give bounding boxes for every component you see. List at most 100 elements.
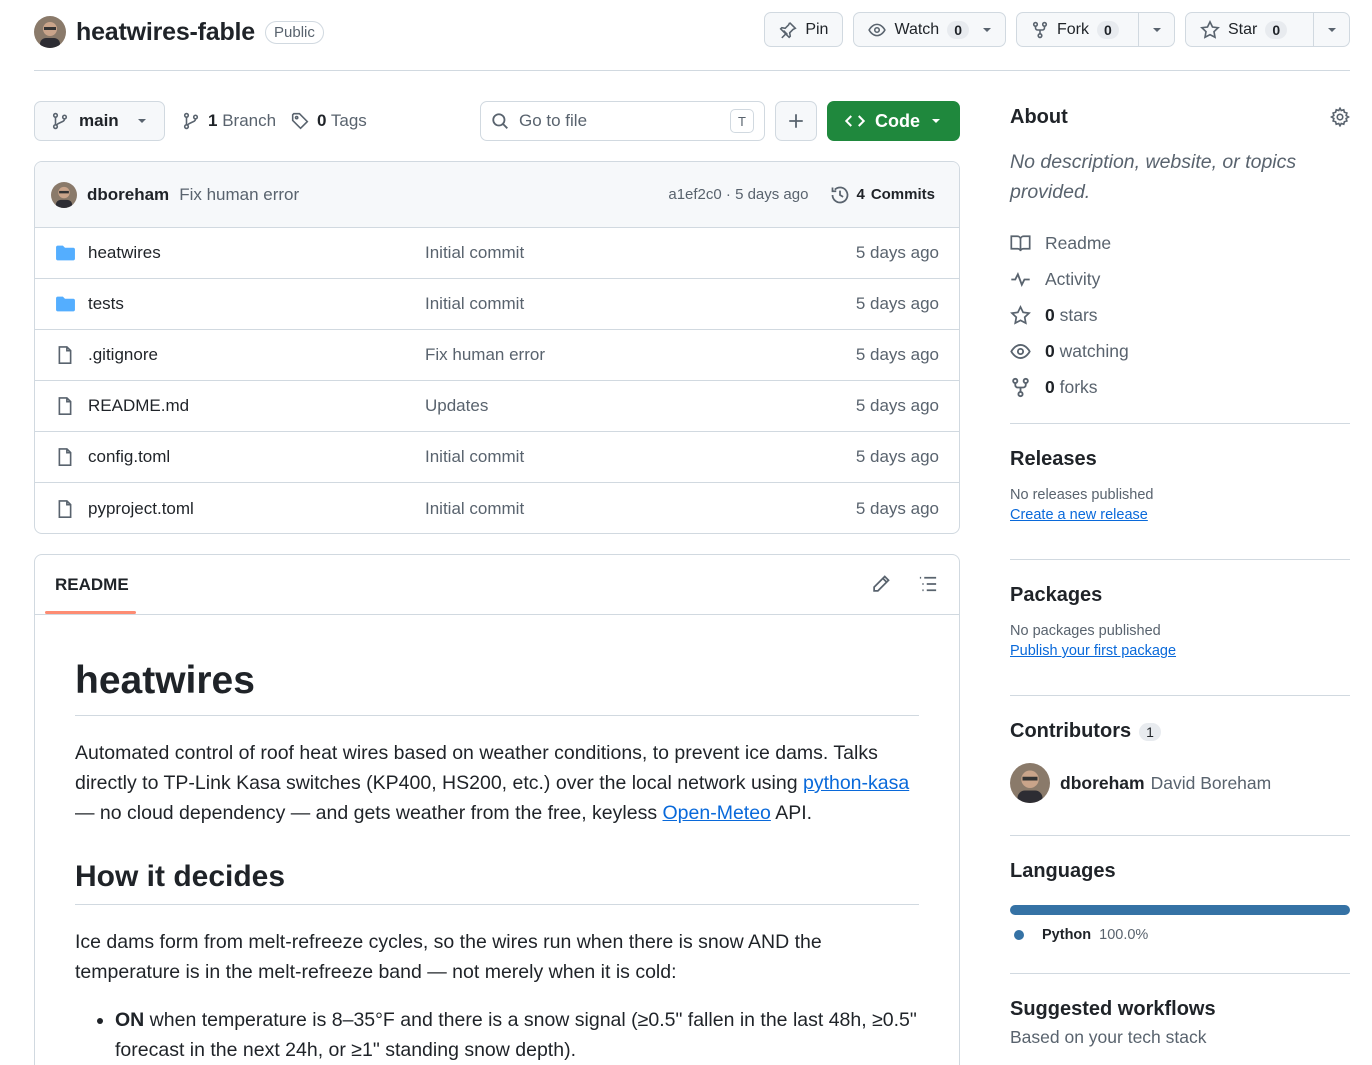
- releases-title[interactable]: Releases: [1010, 448, 1350, 471]
- watching-link[interactable]: 0 watching: [1010, 333, 1350, 369]
- file-name[interactable]: .gitignore: [88, 345, 158, 365]
- caret-down-icon: [136, 115, 148, 127]
- packages-title[interactable]: Packages: [1010, 584, 1350, 607]
- publish-package-link[interactable]: Publish your first package: [1010, 643, 1176, 659]
- search-placeholder: Go to file: [519, 111, 588, 130]
- star-count: 0: [1265, 20, 1288, 39]
- pin-icon: [779, 21, 797, 39]
- list-item-bold: ON: [115, 1009, 145, 1031]
- star-icon: [1010, 304, 1031, 326]
- file-row[interactable]: tests Initial commit 5 days ago: [35, 279, 959, 330]
- fork-button[interactable]: Fork 0: [1016, 12, 1175, 47]
- file-commit-date: 5 days ago: [855, 294, 939, 313]
- file-name[interactable]: README.md: [88, 396, 189, 416]
- repo-header: heatwires-fable Public: [34, 14, 324, 50]
- owner-avatar[interactable]: [34, 16, 66, 48]
- gear-icon[interactable]: [1330, 107, 1350, 127]
- branches-label: Branch: [222, 111, 277, 130]
- file-commit-date: 5 days ago: [855, 498, 939, 518]
- tags-link[interactable]: 0 Tags: [291, 101, 367, 141]
- star-button[interactable]: Star 0: [1185, 12, 1350, 47]
- readme-heading-how-it-decides: How it decides: [75, 860, 919, 905]
- fork-dropdown[interactable]: [1138, 13, 1174, 46]
- pulse-icon: [1010, 269, 1031, 290]
- file-commit-message[interactable]: Initial commit: [425, 447, 524, 467]
- tab-readme[interactable]: README: [55, 575, 129, 595]
- header-divider: [34, 70, 1350, 71]
- releases-empty-text: No releases published: [1010, 487, 1154, 503]
- branches-link[interactable]: 1 Branch: [182, 101, 276, 141]
- add-file-button[interactable]: [775, 101, 817, 141]
- file-icon: [55, 499, 75, 519]
- caret-down-icon: [1151, 24, 1163, 36]
- language-name: Python: [1042, 927, 1092, 943]
- file-row[interactable]: .gitignore Fix human error 5 days ago: [35, 330, 959, 381]
- visibility-badge: Public: [265, 20, 324, 44]
- file-commit-message[interactable]: Initial commit: [425, 499, 524, 519]
- file-commit-message[interactable]: Fix human error: [425, 345, 545, 365]
- file-name[interactable]: tests: [88, 294, 124, 314]
- branch-selector[interactable]: main: [34, 101, 165, 141]
- star-icon: [1200, 19, 1220, 40]
- stars-count: 0: [1045, 304, 1055, 325]
- packages-section: Packages No packages published Publish y…: [1010, 559, 1350, 660]
- readme-text: API.: [770, 802, 813, 824]
- file-row[interactable]: pyproject.toml Initial commit 5 days ago: [35, 483, 959, 533]
- branch-name: main: [79, 111, 119, 130]
- commits-link[interactable]: 4 Commits: [830, 185, 935, 205]
- code-button[interactable]: Code: [827, 101, 960, 141]
- watch-dropdown[interactable]: [979, 13, 1005, 46]
- open-meteo-link[interactable]: Open-Meteo: [663, 802, 771, 824]
- star-dropdown[interactable]: [1313, 13, 1349, 46]
- activity-link[interactable]: Activity: [1010, 261, 1350, 297]
- contributor-avatar[interactable]: [1010, 763, 1050, 803]
- contributors-count: 1: [1139, 722, 1161, 741]
- python-kasa-link[interactable]: python-kasa: [803, 772, 909, 794]
- language-item-python[interactable]: Python 100.0%: [1010, 927, 1350, 943]
- stars-link[interactable]: 0 stars: [1010, 297, 1350, 333]
- file-row[interactable]: config.toml Initial commit 5 days ago: [35, 432, 959, 483]
- commit-message[interactable]: Fix human error: [179, 185, 299, 205]
- go-to-file-input[interactable]: Go to file T: [480, 101, 765, 141]
- file-commit-message[interactable]: Initial commit: [425, 243, 524, 263]
- about-links: Readme Activity 0 stars 0 watching 0 for…: [1010, 225, 1350, 405]
- file-commit-message[interactable]: Initial commit: [425, 294, 524, 314]
- plus-icon: [787, 112, 805, 130]
- commit-sha-time[interactable]: a1ef2c0 · 5 days ago: [668, 186, 808, 203]
- edit-pencil-icon[interactable]: [871, 574, 891, 594]
- file-row[interactable]: README.md Updates 5 days ago: [35, 381, 959, 432]
- list-item-text: when temperature is 8–35°F and there is …: [115, 1009, 917, 1061]
- search-icon: [491, 112, 509, 130]
- file-row[interactable]: heatwires Initial commit 5 days ago: [35, 228, 959, 279]
- commit-author-avatar[interactable]: [51, 181, 77, 208]
- readme-title: heatwires: [75, 659, 919, 716]
- readme-list: ON when temperature is 8–35°F and there …: [75, 1005, 919, 1065]
- readme-header: README: [35, 555, 959, 615]
- watch-button[interactable]: Watch 0: [853, 12, 1006, 47]
- pin-label: Pin: [805, 20, 829, 38]
- caret-down-icon: [1326, 24, 1338, 36]
- contributors-title[interactable]: Contributors: [1010, 720, 1131, 743]
- contributor-login[interactable]: dboreham: [1060, 773, 1145, 794]
- file-commit-date: 5 days ago: [855, 243, 939, 262]
- forks-link[interactable]: 0 forks: [1010, 369, 1350, 405]
- eye-icon: [1010, 341, 1031, 362]
- commit-author[interactable]: dboreham: [87, 185, 169, 205]
- file-commit-message[interactable]: Updates: [425, 396, 488, 416]
- repo-actions: Pin Watch 0 Fork 0 Star 0: [764, 12, 1350, 47]
- contributor-item[interactable]: dboreham David Boreham: [1010, 763, 1350, 803]
- file-name[interactable]: pyproject.toml: [88, 499, 194, 519]
- outline-list-icon[interactable]: [918, 574, 938, 594]
- file-name[interactable]: config.toml: [88, 447, 170, 467]
- repo-name[interactable]: heatwires-fable: [76, 18, 255, 47]
- pin-button[interactable]: Pin: [764, 12, 844, 47]
- forks-count: 0: [1045, 376, 1055, 397]
- file-name[interactable]: heatwires: [88, 243, 161, 263]
- tag-icon: [291, 112, 309, 130]
- file-icon: [55, 396, 75, 416]
- watching-label: watching: [1059, 340, 1129, 361]
- readme-link[interactable]: Readme: [1010, 225, 1350, 261]
- languages-section: Languages Python 100.0%: [1010, 835, 1350, 943]
- readme-panel: README heatwires Automated control of ro…: [34, 554, 960, 1065]
- create-release-link[interactable]: Create a new release: [1010, 507, 1148, 523]
